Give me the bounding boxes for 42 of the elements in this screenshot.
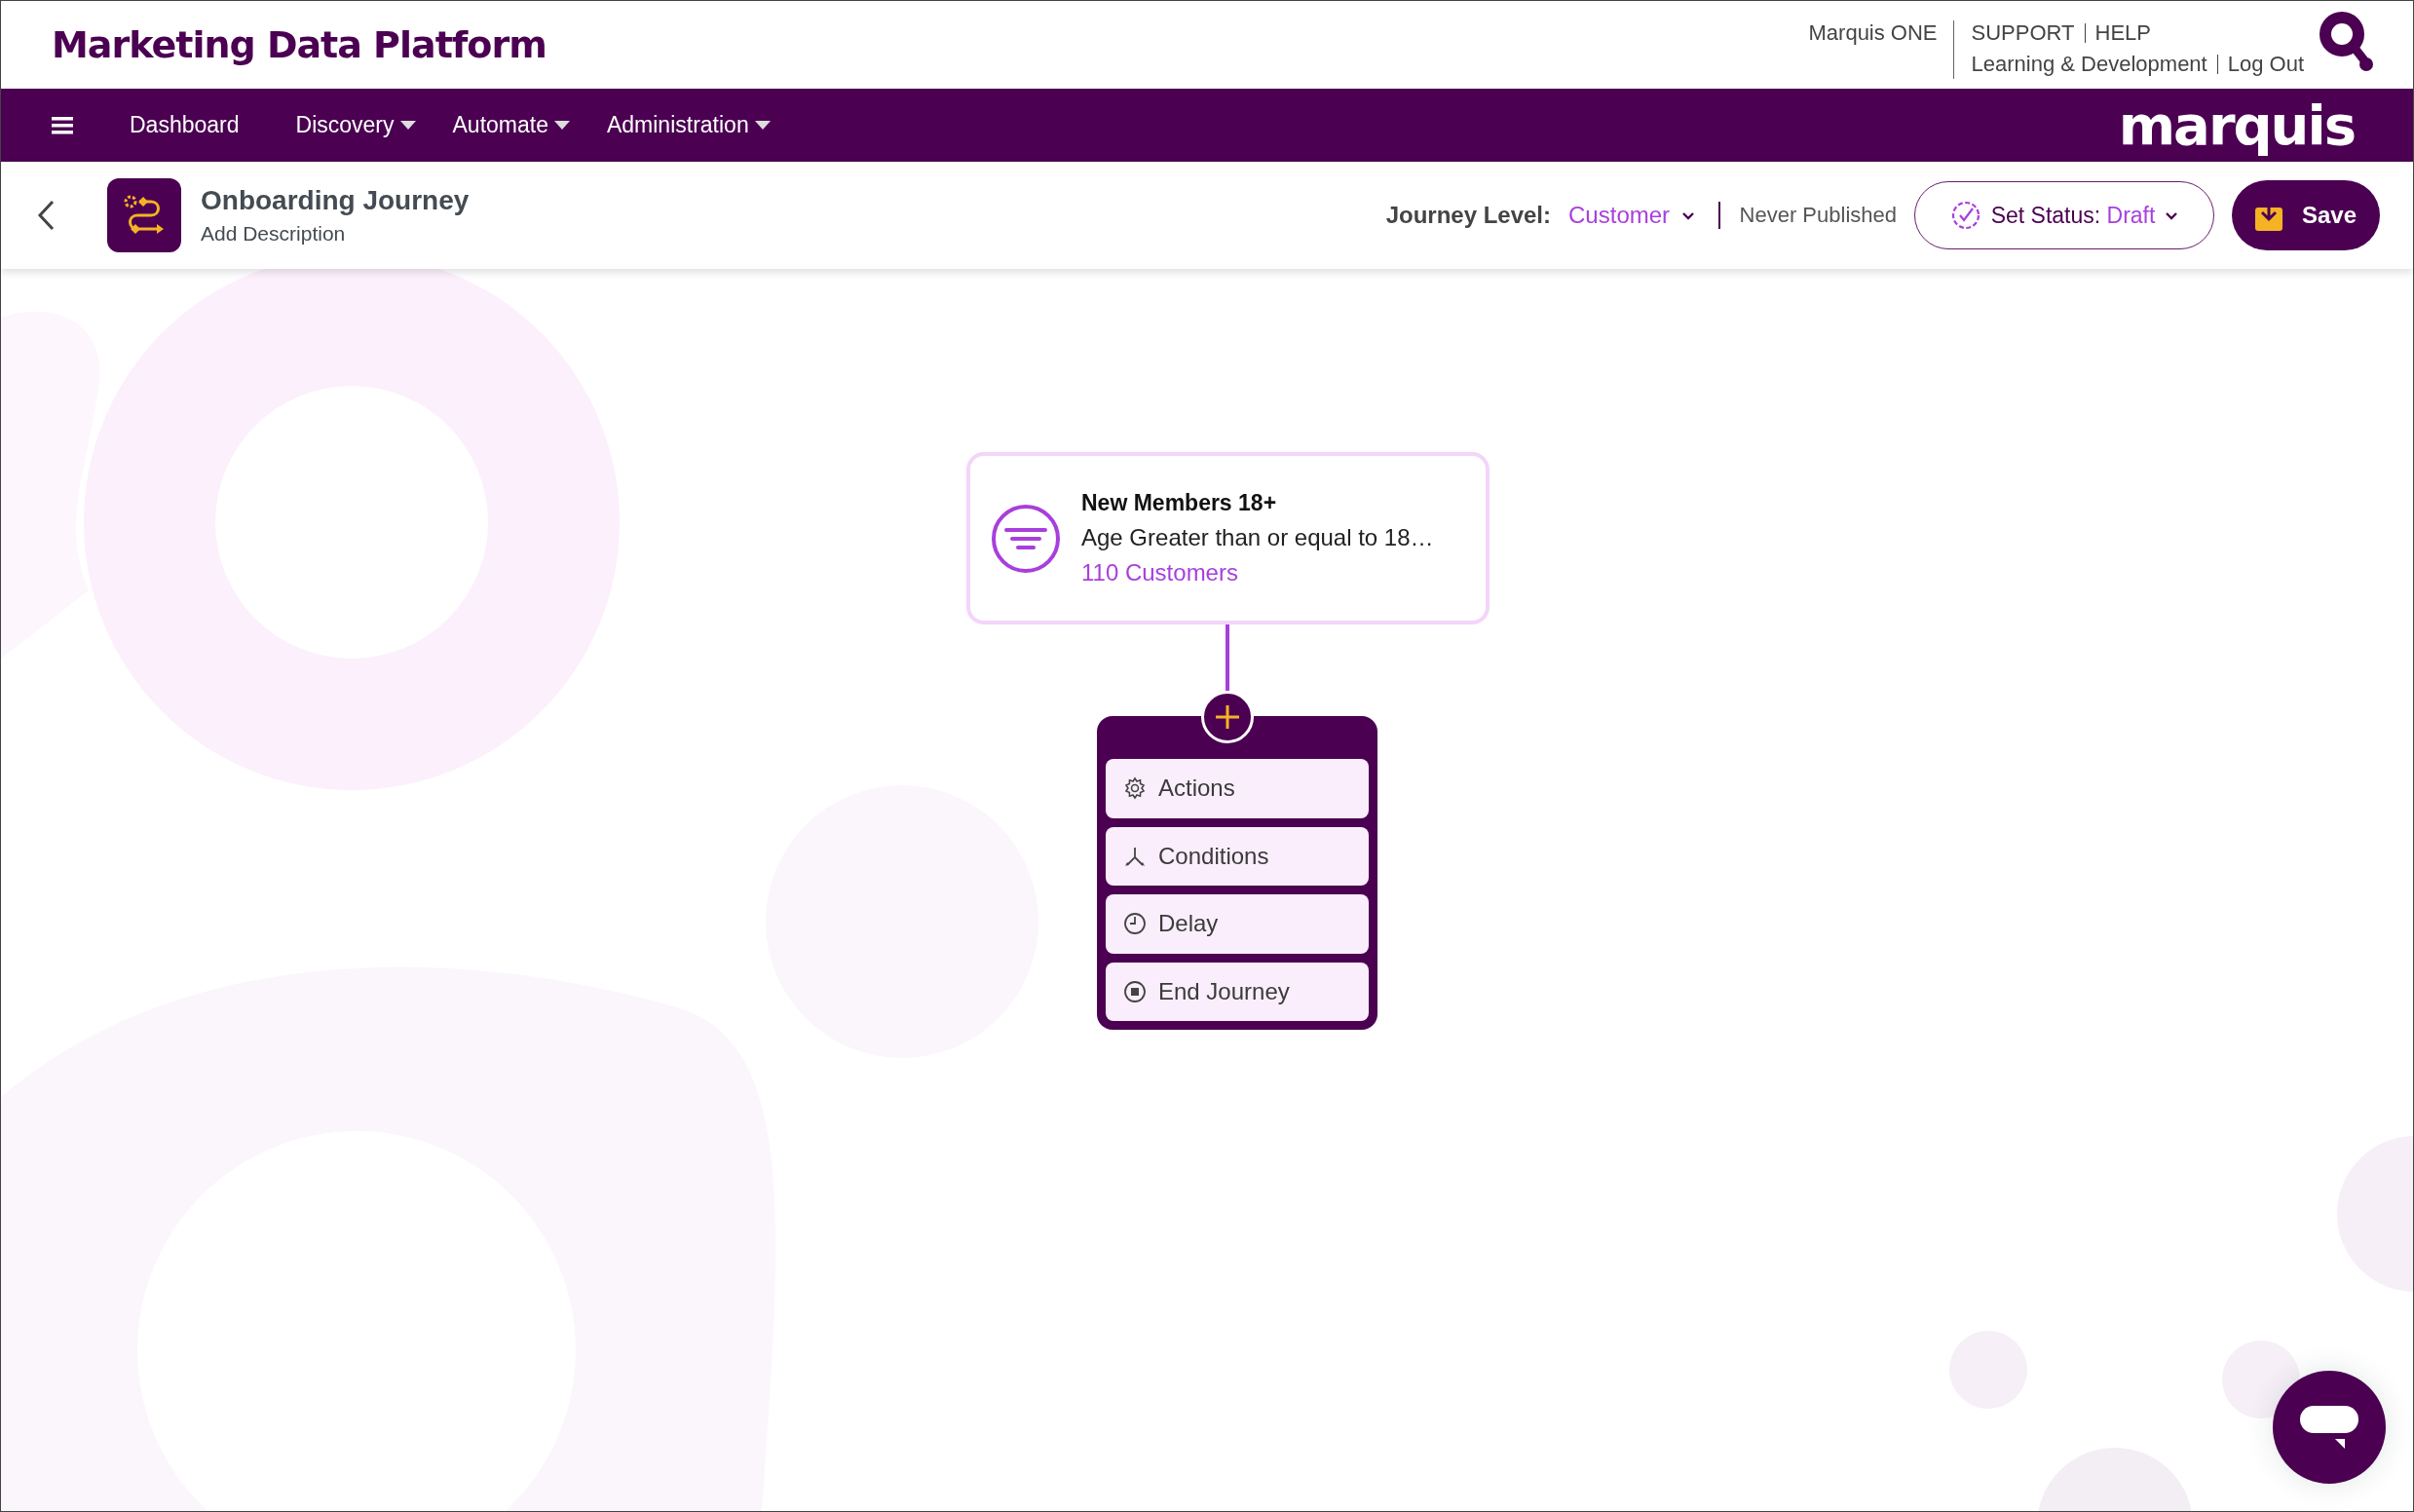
save-button[interactable]: Save [2232,180,2380,250]
step-option[interactable]: Conditions [1106,826,1369,886]
stop-icon [1123,979,1147,1003]
step-option[interactable]: Actions [1106,759,1369,818]
nav-item[interactable]: Dashboard [130,112,240,138]
nav-item[interactable]: Administration [606,112,771,138]
chevron-icon [1681,210,1696,220]
menu-icon[interactable] [52,116,73,134]
chevron-icon [2165,210,2179,220]
search-icon[interactable] [2318,10,2374,74]
filter-icon [990,502,1062,575]
check-circle-icon [1949,200,1981,231]
caret-icon [553,120,570,131]
level-label: Journey Level: [1385,202,1552,229]
publish-status: Never Published [1739,203,1897,228]
step-option[interactable]: Delay [1106,894,1369,954]
journey-title: Onboarding Journey [201,185,470,216]
journey-icon [107,178,181,252]
app-title: Marketing Data Platform [52,23,547,66]
segment-title: New Members 18+ [1081,490,1278,516]
header-link[interactable]: Learning & Development [1971,52,2207,77]
customer-count[interactable]: 110 Customers [1081,559,1434,586]
level-dropdown[interactable]: Customer [1568,202,1696,229]
step-option[interactable]: End Journey [1106,962,1369,1021]
header-link[interactable]: HELP [2094,20,2151,46]
gear-icon [1123,776,1147,801]
back-icon[interactable] [35,199,57,232]
chat-icon [2300,1406,2358,1449]
caret-icon [754,120,771,131]
status-button[interactable]: Set Status: Draft [1914,181,2214,249]
header-link[interactable]: Log Out [2227,52,2304,77]
plus-icon [1215,704,1240,730]
clock-icon [1123,912,1147,936]
segment-rule: Age Greater than or equal to 18… [1081,524,1434,551]
description-link[interactable]: Add Description [201,222,470,246]
segment-node[interactable]: New Members 18+ Age Greater than or equal to 18… 110 Customers [966,452,1490,624]
header-link[interactable]: SUPPORT [1971,20,2075,46]
nav-item[interactable]: Discovery [295,112,416,138]
product-link[interactable]: Marquis ONE [1808,20,1954,79]
logo[interactable]: marquis [2118,94,2355,157]
caret-icon [399,120,416,131]
nav-item[interactable]: Automate [452,112,570,138]
